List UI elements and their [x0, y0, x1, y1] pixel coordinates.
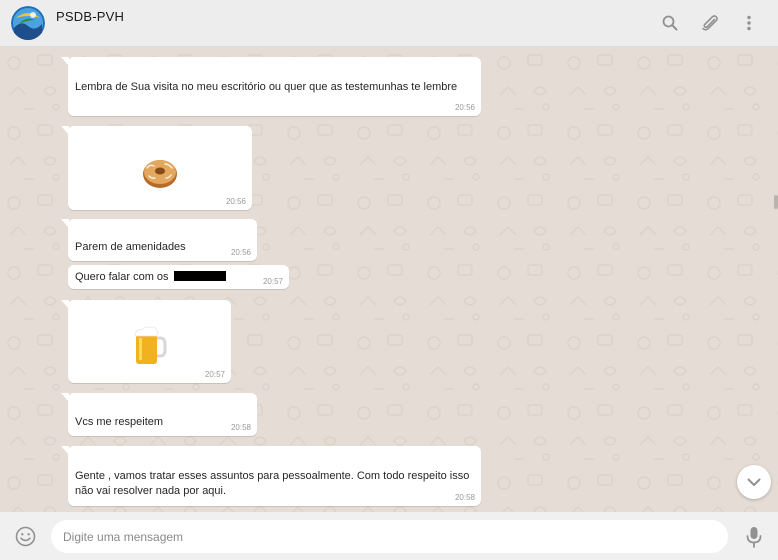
message-input-container	[51, 520, 728, 553]
message-text: Quero falar com os	[75, 270, 226, 285]
message-input[interactable]	[63, 521, 713, 552]
message-bubble[interactable]: Vcs me respeitem 20:58	[61, 393, 257, 436]
message-time: 20:58	[454, 493, 475, 502]
group-avatar[interactable]	[11, 6, 45, 40]
message-time: 20:56	[225, 197, 246, 206]
scroll-down-button[interactable]	[737, 465, 771, 499]
message-text: Parem de amenidades	[75, 241, 186, 253]
redacted-block	[173, 271, 226, 281]
message-bubble[interactable]: Quero falar com os 20:57	[68, 265, 289, 289]
message-bubble[interactable]: Gente , vamos tratar esses assuntos para…	[61, 446, 481, 506]
message-time: 20:57	[262, 277, 283, 286]
search-icon[interactable]	[660, 13, 680, 33]
message-bubble[interactable]: Parem de amenidades 20:56	[61, 219, 257, 261]
chat-title[interactable]: PSDB-PVH	[56, 9, 124, 24]
message-text: Gente , vamos tratar esses assuntos para…	[75, 470, 470, 497]
message-time: 20:56	[230, 248, 251, 257]
message-time: 20:56	[454, 103, 475, 112]
chevron-down-icon	[747, 478, 761, 486]
sticker-bubble[interactable]: 20:56	[61, 126, 252, 210]
microphone-icon[interactable]	[745, 526, 763, 548]
sticker-bubble[interactable]: 20:57	[61, 300, 231, 383]
menu-icon[interactable]	[739, 13, 759, 33]
chat-header: PSDB-PVH	[0, 0, 778, 47]
beer-sticker	[134, 326, 167, 364]
emoji-icon[interactable]	[15, 526, 36, 547]
donut-sticker	[143, 160, 177, 188]
message-text: Lembra de Sua visita no meu escritório o…	[75, 81, 458, 93]
message-text: Vcs me respeitem	[75, 416, 164, 428]
composer-bar	[0, 512, 778, 560]
message-bubble[interactable]: Lembra de Sua visita no meu escritório o…	[61, 57, 481, 116]
attach-icon[interactable]	[700, 13, 720, 33]
message-time: 20:57	[204, 370, 225, 379]
chat-scrollbar[interactable]	[774, 195, 778, 209]
message-time: 20:58	[230, 423, 251, 432]
message-text-content: Quero falar com os	[75, 271, 169, 283]
message-list[interactable]: Lembra de Sua visita no meu escritório o…	[0, 47, 778, 512]
